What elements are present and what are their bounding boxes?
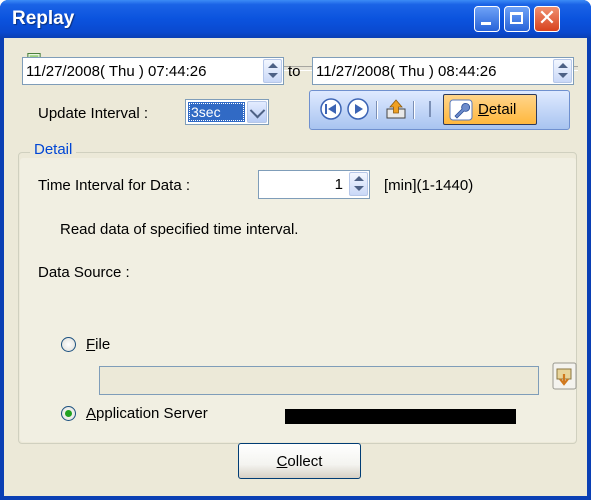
redacted-server-name bbox=[285, 409, 516, 424]
detail-group-title: Detail bbox=[30, 141, 77, 158]
minimize-button[interactable] bbox=[474, 6, 500, 32]
window-title: Replay bbox=[12, 8, 75, 29]
start-datetime-value: 11/27/2008( Thu ) 07:44:26 bbox=[26, 63, 207, 80]
update-interval-value: 3sec bbox=[188, 102, 245, 122]
to-label: to bbox=[288, 63, 301, 80]
data-source-label: Data Source : bbox=[38, 264, 130, 281]
browse-folder-icon[interactable] bbox=[552, 362, 577, 390]
time-interval-unit: [min](1-1440) bbox=[384, 177, 474, 194]
spin-down-icon[interactable] bbox=[354, 186, 364, 191]
wrench-icon bbox=[449, 99, 473, 121]
update-interval-dropdown-button[interactable] bbox=[247, 101, 267, 123]
close-icon: ✕ bbox=[537, 6, 557, 31]
end-datetime-spinner[interactable] bbox=[553, 59, 572, 83]
replay-toolbar: Detail bbox=[309, 90, 570, 130]
end-datetime-value: 11/27/2008( Thu ) 08:44:26 bbox=[316, 63, 497, 80]
file-path-input[interactable] bbox=[99, 366, 539, 395]
skip-back-icon[interactable] bbox=[320, 98, 342, 120]
file-radio[interactable] bbox=[61, 337, 76, 352]
close-button[interactable]: ✕ bbox=[534, 6, 560, 32]
collect-button[interactable]: Collect bbox=[238, 443, 361, 479]
minimize-icon bbox=[481, 22, 491, 25]
maximize-button[interactable] bbox=[504, 6, 530, 32]
detail-group-body bbox=[20, 158, 576, 442]
replay-window: Replay ✕ 11/27/2008( Thu ) 07:44:26 to 1… bbox=[0, 0, 591, 500]
spin-down-icon[interactable] bbox=[558, 73, 568, 78]
start-datetime-spinner[interactable] bbox=[263, 59, 282, 83]
detail-description: Read data of specified time interval. bbox=[60, 221, 299, 238]
chevron-down-icon bbox=[249, 102, 266, 119]
start-datetime-field[interactable]: 11/27/2008( Thu ) 07:44:26 bbox=[22, 57, 284, 85]
spin-up-icon[interactable] bbox=[354, 176, 364, 181]
time-interval-label: Time Interval for Data : bbox=[38, 177, 190, 194]
export-icon[interactable] bbox=[385, 98, 407, 120]
time-interval-field[interactable]: 1 bbox=[258, 170, 370, 199]
spin-up-icon[interactable] bbox=[558, 63, 568, 68]
update-interval-label: Update Interval : bbox=[38, 105, 149, 122]
application-server-radio[interactable] bbox=[61, 406, 76, 421]
toolbar-grip-icon bbox=[429, 101, 431, 117]
time-interval-spinner[interactable] bbox=[349, 172, 368, 196]
title-bar[interactable]: Replay ✕ bbox=[0, 0, 591, 38]
time-interval-value: 1 bbox=[334, 176, 343, 193]
update-interval-select[interactable]: 3sec bbox=[185, 99, 269, 125]
detail-toggle-button[interactable]: Detail bbox=[443, 94, 537, 125]
application-server-radio-label[interactable]: Application Server bbox=[86, 405, 208, 422]
end-datetime-field[interactable]: 11/27/2008( Thu ) 08:44:26 bbox=[312, 57, 574, 85]
play-icon[interactable] bbox=[347, 98, 369, 120]
file-radio-label[interactable]: File bbox=[86, 336, 110, 353]
spin-down-icon[interactable] bbox=[268, 73, 278, 78]
toolbar-separator bbox=[413, 101, 415, 119]
detail-button-label: Detail bbox=[478, 101, 517, 118]
toolbar-separator bbox=[376, 101, 378, 119]
maximize-icon bbox=[510, 12, 523, 24]
spin-up-icon[interactable] bbox=[268, 63, 278, 68]
